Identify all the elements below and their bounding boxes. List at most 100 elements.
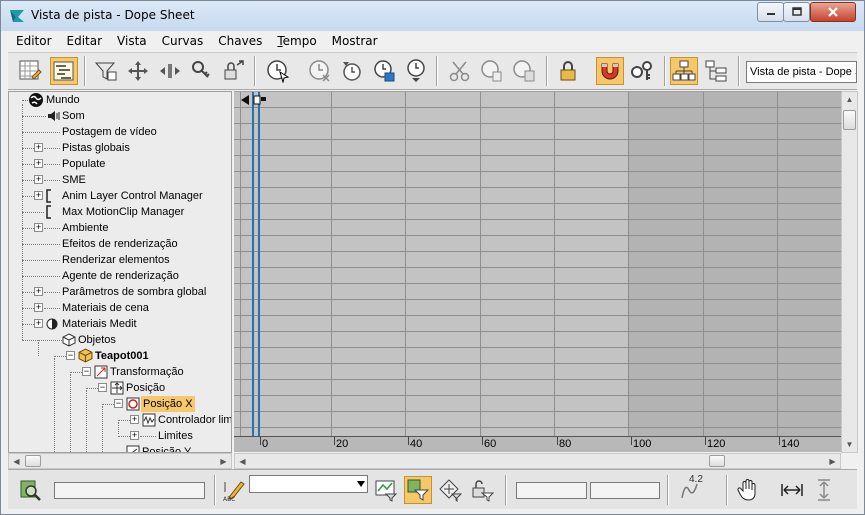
tree-item-pistas-globais[interactable]: Pistas globais — [62, 140, 130, 156]
select-by-name-field[interactable] — [54, 482, 205, 499]
tree-item-parametros-sombra-global[interactable]: Parâmetros de sombra global — [62, 284, 206, 300]
scroll-down-arrow-icon[interactable]: ▼ — [842, 437, 857, 452]
zoom-horizontal-extents-button[interactable] — [778, 476, 806, 504]
reverse-time-button[interactable] — [338, 57, 366, 85]
scroll-right-arrow-icon[interactable]: ▶ — [825, 454, 840, 469]
select-time-button[interactable] — [264, 57, 292, 85]
expand-toggle[interactable]: + — [34, 191, 43, 200]
tree-item-posicao[interactable]: Posição — [126, 380, 165, 396]
menu-editar[interactable]: Editar — [59, 34, 110, 48]
show-keyable-icons-button[interactable] — [628, 57, 656, 85]
modify-subtree-button[interactable] — [670, 57, 698, 85]
frame-field[interactable] — [516, 482, 587, 499]
menu-vista[interactable]: Vista — [109, 34, 154, 48]
expand-toggle[interactable]: + — [130, 415, 139, 424]
sheet-scroll-thumb[interactable] — [709, 455, 725, 467]
filter-unlocked-attributes-button[interactable] — [468, 476, 496, 504]
time-slider-line[interactable] — [258, 92, 260, 436]
tree-item-posicao-y[interactable]: Posição Y — [142, 444, 191, 452]
value-field[interactable] — [590, 482, 660, 499]
scroll-right-arrow-icon[interactable]: ▶ — [216, 454, 231, 469]
collapse-toggle[interactable]: − — [66, 351, 75, 360]
slide-keys-button[interactable] — [156, 57, 184, 85]
tree-item-postagem-video[interactable]: Postagem de vídeo — [62, 124, 157, 140]
collapse-toggle[interactable]: − — [114, 399, 123, 408]
zoom-value-extents-button[interactable] — [810, 476, 838, 504]
tree-item-anim-layer-control-manager[interactable]: Anim Layer Control Manager — [62, 188, 203, 204]
expand-toggle[interactable]: + — [130, 431, 139, 440]
zoom-selected-object-button[interactable] — [16, 476, 44, 504]
expand-toggle[interactable]: + — [34, 303, 43, 312]
tree-item-materiais-cena[interactable]: Materiais de cena — [62, 300, 149, 316]
rename-objects-button[interactable]: ABC — [220, 476, 248, 504]
expand-toggle[interactable]: + — [34, 319, 43, 328]
expand-toggle[interactable]: + — [34, 175, 43, 184]
scale-keys-button[interactable] — [188, 57, 216, 85]
edit-ranges-button[interactable] — [50, 57, 78, 85]
menu-curvas[interactable]: Curvas — [154, 34, 211, 48]
move-keys-button[interactable] — [124, 57, 152, 85]
minimize-button[interactable] — [757, 2, 784, 22]
expand-toggle[interactable]: + — [34, 223, 43, 232]
menu-tempo[interactable]: Tempo — [269, 34, 323, 48]
expand-toggle[interactable]: + — [34, 143, 43, 152]
tree-item-posicao-x[interactable]: Posição X — [141, 396, 195, 412]
key-stats-button[interactable]: 4.2 — [674, 474, 706, 504]
tree-item-renderizar-elementos[interactable]: Renderizar elementos — [62, 252, 170, 268]
tree-item-teapot001[interactable]: Teapot001 — [95, 348, 149, 364]
view-name-field[interactable]: Vista de pista - Dope S — [746, 61, 857, 83]
collapse-toggle[interactable]: − — [82, 367, 91, 376]
tree-item-som[interactable]: Som — [62, 108, 85, 124]
menu-mostrar[interactable]: Mostrar — [324, 34, 385, 48]
close-button[interactable] — [810, 2, 856, 22]
range-bar-handle[interactable] — [240, 94, 268, 106]
tree-item-populate[interactable]: Populate — [62, 156, 105, 172]
lock-selection-button[interactable] — [554, 57, 582, 85]
delete-time-button[interactable] — [306, 57, 334, 85]
tree-scroll-thumb[interactable] — [25, 455, 41, 467]
time-ruler[interactable]: 0 20 40 60 80 100 120 140 — [234, 436, 841, 452]
3dsmax-app-icon[interactable] — [9, 8, 25, 24]
insert-time-button[interactable] — [402, 57, 430, 85]
vertical-scrollbar[interactable]: ▲ ▼ — [841, 91, 858, 453]
scroll-left-arrow-icon[interactable]: ◀ — [9, 454, 24, 469]
scroll-up-arrow-icon[interactable]: ▲ — [842, 92, 857, 107]
filter-animated-tracks-button[interactable] — [436, 476, 464, 504]
edit-keys-button[interactable] — [16, 57, 44, 85]
filters-button[interactable] — [92, 57, 120, 85]
selection-set-dropdown[interactable] — [249, 475, 368, 493]
scale-time-button[interactable] — [370, 57, 398, 85]
menu-editor[interactable]: Editor — [8, 34, 59, 48]
paste-time-button[interactable] — [510, 57, 538, 85]
snap-frames-button[interactable] — [596, 57, 624, 85]
tree-item-agente-renderizacao[interactable]: Agente de renderização — [62, 268, 179, 284]
tree-item-ambiente[interactable]: Ambiente — [62, 220, 108, 236]
dope-sheet-key-area[interactable] — [234, 91, 841, 436]
filter-selected-tracks-button[interactable] — [372, 476, 400, 504]
maximize-button[interactable] — [783, 2, 810, 22]
time-slider-line[interactable] — [252, 92, 254, 436]
filter-selected-objects-button[interactable] — [404, 476, 432, 504]
controller-tree[interactable]: Mundo Som Postagem de vídeo + Pistas glo… — [8, 91, 232, 453]
tree-item-objetos[interactable]: Objetos — [78, 332, 116, 348]
tree-horizontal-scrollbar[interactable]: ◀ ▶ — [8, 453, 232, 469]
pan-button[interactable] — [734, 476, 762, 504]
tree-item-efeitos-renderizacao[interactable]: Efeitos de renderização — [62, 236, 178, 252]
tree-item-materiais-medit[interactable]: Materiais Medit — [62, 316, 137, 332]
vertical-scroll-thumb[interactable] — [843, 110, 856, 130]
expand-toggle[interactable]: + — [34, 287, 43, 296]
collapse-toggle[interactable]: − — [98, 383, 107, 392]
tree-item-controlador-limite[interactable]: Controlador limite — [158, 412, 231, 428]
tree-item-max-motionclip-manager[interactable]: Max MotionClip Manager — [62, 204, 184, 220]
scale-values-button[interactable] — [220, 57, 248, 85]
cut-button[interactable] — [446, 57, 474, 85]
modify-child-keys-button[interactable] — [702, 57, 730, 85]
expand-toggle[interactable]: + — [34, 159, 43, 168]
copy-time-button[interactable] — [478, 57, 506, 85]
tree-item-sme[interactable]: SME — [62, 172, 86, 188]
sheet-horizontal-scrollbar[interactable]: ◀ ▶ — [234, 453, 841, 469]
tree-item-limites[interactable]: Limites — [158, 428, 193, 444]
scroll-left-arrow-icon[interactable]: ◀ — [235, 454, 250, 469]
menu-chaves[interactable]: Chaves — [210, 34, 269, 48]
tree-item-mundo[interactable]: Mundo — [46, 92, 80, 108]
